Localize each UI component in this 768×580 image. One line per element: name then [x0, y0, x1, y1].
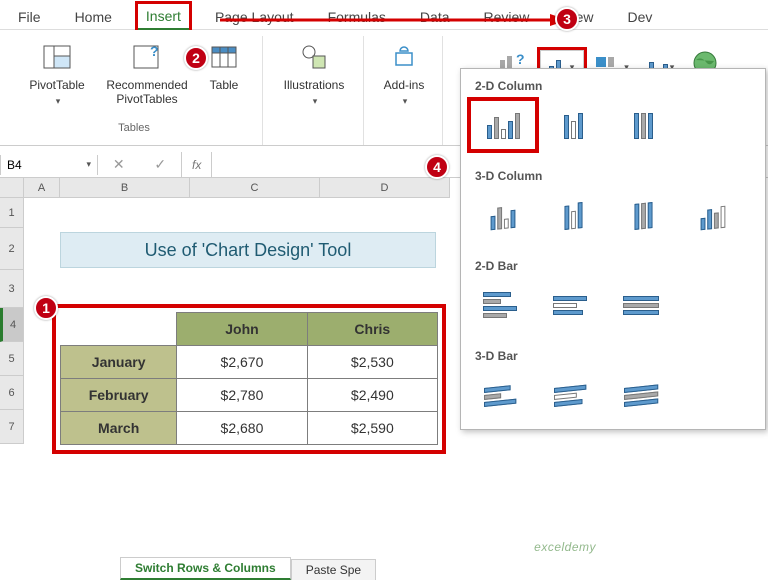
col-header-d[interactable]: D	[320, 178, 450, 198]
chart-3d-column[interactable]	[681, 191, 745, 239]
annotation-badge-3: 3	[555, 7, 579, 31]
row-header-4[interactable]: 4	[0, 308, 24, 342]
table-label: Table	[210, 78, 239, 92]
table-row-label[interactable]: January	[61, 346, 177, 379]
row-header-7[interactable]: 7	[0, 410, 24, 444]
chevron-down-icon: ▾	[56, 96, 61, 107]
svg-text:?: ?	[150, 43, 159, 59]
col-header-c[interactable]: C	[190, 178, 320, 198]
pivottable-icon	[40, 40, 74, 74]
addins-label: Add-ins	[384, 78, 425, 92]
recommended-pivot-label: Recommended PivotTables	[106, 78, 188, 106]
tab-insert[interactable]: Insert	[138, 4, 189, 30]
table-header-john[interactable]: John	[177, 313, 307, 346]
chart-stacked-bar[interactable]	[541, 281, 605, 329]
recommended-pivot-button[interactable]: ? Recommended PivotTables	[106, 40, 188, 106]
col-header-b[interactable]: B	[60, 178, 190, 198]
cancel-icon[interactable]: ✕	[113, 156, 125, 173]
pivottable-button[interactable]: PivotTable ▾	[16, 40, 98, 107]
chart-section-2d-column: 2-D Column	[461, 69, 765, 99]
table-header-blank[interactable]	[61, 313, 177, 346]
table-cell[interactable]: $2,670	[177, 346, 307, 379]
annotation-arrow	[220, 12, 580, 52]
row-header-2[interactable]: 2	[0, 228, 24, 270]
ribbon-group-tables: PivotTable ▾ ? Recommended PivotTables T…	[6, 36, 263, 145]
row-header-1[interactable]: 1	[0, 198, 24, 228]
ribbon-group-illustrations: Illustrations ▾	[265, 36, 364, 145]
svg-text:?: ?	[516, 51, 525, 67]
chart-3d-clustered-bar[interactable]	[471, 371, 535, 419]
sheet-tab[interactable]: Paste Spe	[291, 559, 376, 580]
tab-file[interactable]: File	[10, 5, 49, 29]
illustrations-label: Illustrations	[284, 78, 345, 92]
row-header-3[interactable]: 3	[0, 270, 24, 308]
table-cell[interactable]: $2,490	[307, 379, 437, 412]
chart-dropdown: 2-D Column 3-D Column 2-D Bar 3-D Bar	[460, 68, 766, 430]
sheet-tab-active[interactable]: Switch Rows & Columns	[120, 557, 291, 580]
group-label-tables: Tables	[118, 120, 150, 136]
pivottable-label: PivotTable	[29, 78, 84, 92]
chart-section-3d-column: 3-D Column	[461, 159, 765, 189]
chart-100-stacked-bar[interactable]	[611, 281, 675, 329]
row-header-5[interactable]: 5	[0, 342, 24, 376]
select-all-corner[interactable]	[0, 178, 24, 198]
chart-3d-100-stacked-column[interactable]	[611, 191, 675, 239]
chart-3d-stacked-bar[interactable]	[541, 371, 605, 419]
chart-section-3d-bar: 3-D Bar	[461, 339, 765, 369]
table-cell[interactable]: $2,590	[307, 412, 437, 445]
watermark: exceldemy	[534, 540, 596, 554]
table-header-chris[interactable]: Chris	[307, 313, 437, 346]
sheet-tabs: Switch Rows & Columns Paste Spe	[120, 556, 376, 580]
col-header-a[interactable]: A	[24, 178, 60, 198]
chevron-down-icon: ▾	[313, 96, 318, 107]
recommended-pivot-icon: ?	[130, 40, 164, 74]
sheet-overlay: Use of 'Chart Design' Tool 1 John Chris …	[24, 198, 436, 268]
table-cell[interactable]: $2,530	[307, 346, 437, 379]
chart-clustered-bar[interactable]	[471, 281, 535, 329]
annotation-badge-2: 2	[184, 46, 208, 70]
table-row-label[interactable]: February	[61, 379, 177, 412]
annotation-badge-4: 4	[425, 155, 449, 179]
table-cell[interactable]: $2,780	[177, 379, 307, 412]
chart-100-stacked-column[interactable]	[611, 101, 675, 149]
name-box[interactable]: B4 ▾	[0, 155, 98, 175]
chart-3d-100-stacked-bar[interactable]	[611, 371, 675, 419]
ribbon-group-addins: Add-ins ▾	[366, 36, 443, 145]
enter-icon[interactable]: ✓	[154, 156, 166, 173]
title-cell[interactable]: Use of 'Chart Design' Tool	[60, 232, 436, 268]
tab-home[interactable]: Home	[67, 5, 120, 29]
chart-clustered-column[interactable]	[471, 101, 535, 149]
table-row-label[interactable]: March	[61, 412, 177, 445]
chart-3d-stacked-column[interactable]	[541, 191, 605, 239]
chart-3d-clustered-column[interactable]	[471, 191, 535, 239]
row-headers: 1 2 3 4 5 6 7	[0, 198, 24, 444]
tab-dev[interactable]: Dev	[620, 5, 661, 29]
chart-section-2d-bar: 2-D Bar	[461, 249, 765, 279]
fx-label[interactable]: fx	[182, 158, 211, 172]
data-table[interactable]: John Chris January $2,670 $2,530 Februar…	[60, 312, 438, 445]
column-headers: A B C D	[24, 178, 450, 198]
formula-bar-buttons: ✕✓	[98, 152, 182, 177]
chevron-down-icon: ▾	[403, 96, 408, 107]
chart-stacked-column[interactable]	[541, 101, 605, 149]
chevron-down-icon: ▾	[86, 159, 91, 170]
table-cell[interactable]: $2,680	[177, 412, 307, 445]
annotation-badge-1: 1	[34, 296, 58, 320]
name-box-value: B4	[7, 158, 22, 172]
row-header-6[interactable]: 6	[0, 376, 24, 410]
